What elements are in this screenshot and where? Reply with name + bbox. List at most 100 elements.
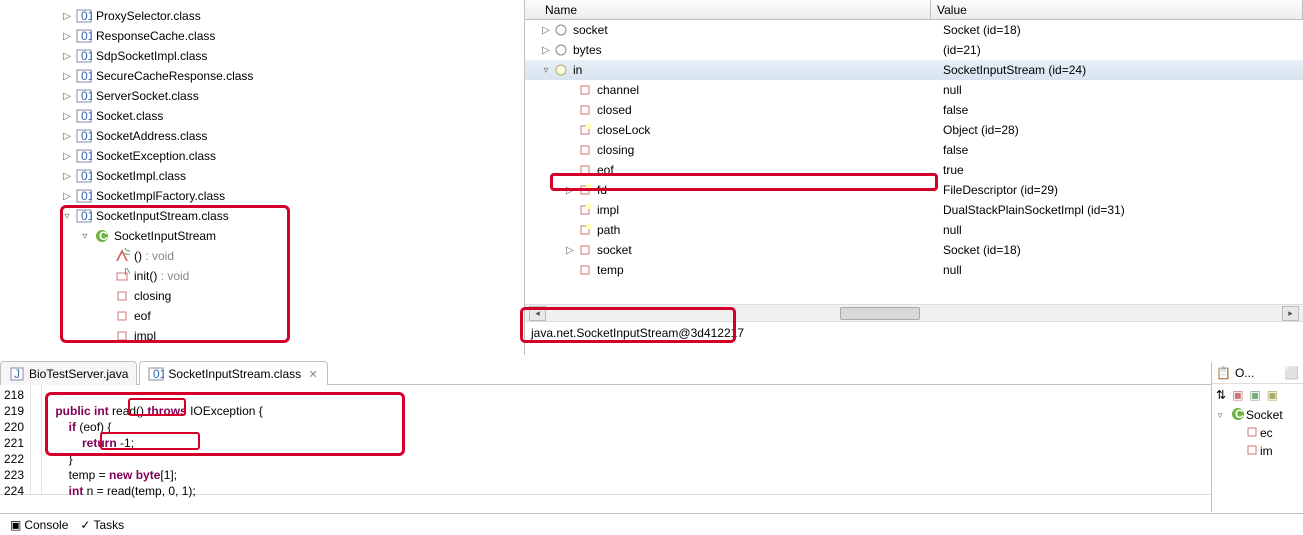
variables-header: Name Value: [525, 0, 1303, 20]
outline-row[interactable]: ▿CSocket: [1216, 406, 1303, 424]
sort-icon[interactable]: ⇅: [1216, 388, 1226, 402]
twisty-icon[interactable]: ▷: [539, 45, 553, 56]
col-header-value[interactable]: Value: [931, 0, 1303, 19]
scroll-thumb[interactable]: [840, 307, 920, 320]
twisty-icon[interactable]: ▷: [539, 25, 553, 36]
twisty-icon[interactable]: ▷: [60, 91, 74, 102]
outline-label: Socket: [1246, 408, 1283, 422]
outline-row[interactable]: im: [1216, 442, 1303, 460]
variable-row[interactable]: closingfalse: [525, 140, 1303, 160]
twisty-icon[interactable]: ▷: [563, 245, 577, 256]
tree-label: SocketImplFactory.class: [96, 189, 225, 203]
close-icon[interactable]: ✕: [307, 368, 319, 380]
variable-row[interactable]: ▷socketSocket (id=18): [525, 20, 1303, 40]
svg-text:01: 01: [81, 129, 92, 143]
bottom-tabs: ▣Console ✓Tasks: [0, 513, 1303, 535]
tree-row[interactable]: ▷01 SocketImplFactory.class: [60, 186, 524, 206]
filter-local-icon[interactable]: ▣: [1267, 388, 1278, 402]
var-value: DualStackPlainSocketImpl (id=31): [943, 203, 1303, 217]
tree-row[interactable]: ▷01Socket.class: [60, 106, 524, 126]
tree-label: SdpSocketImpl.class: [96, 49, 207, 63]
variable-row[interactable]: implDualStackPlainSocketImpl (id=31): [525, 200, 1303, 220]
variable-row[interactable]: closeLockObject (id=28): [525, 120, 1303, 140]
var-name: in: [573, 63, 943, 77]
var-value: Socket (id=18): [943, 23, 1303, 37]
twisty-icon[interactable]: ▷: [60, 11, 74, 22]
tasks-tab[interactable]: ✓Tasks: [74, 518, 130, 532]
tree-row[interactable]: ▷01SocketException.class: [60, 146, 524, 166]
twisty-icon[interactable]: ▷: [60, 111, 74, 122]
outline-row[interactable]: ec: [1216, 424, 1303, 442]
filter-fields-icon[interactable]: ▣: [1232, 388, 1243, 402]
var-value: SocketInputStream (id=24): [943, 63, 1303, 77]
editor-tab[interactable]: JBioTestServer.java: [0, 361, 137, 385]
scroll-right-button[interactable]: ▸: [1282, 306, 1299, 321]
twisty-icon[interactable]: ▷: [60, 171, 74, 182]
svg-text:01: 01: [81, 69, 92, 83]
var-sq-icon: [577, 262, 593, 278]
var-value: null: [943, 83, 1303, 97]
classfile-icon: 01: [76, 168, 92, 184]
variable-row[interactable]: tempnull: [525, 260, 1303, 280]
var-sq-icon: [577, 82, 593, 98]
twisty-icon[interactable]: ▿: [539, 65, 553, 76]
classfile-icon: 01: [76, 188, 92, 204]
var-circle-sel-icon: [553, 62, 569, 78]
tree-row[interactable]: ▷ 01 ProxySelector.class: [60, 6, 524, 26]
line-gutter: 218219220221222223224: [0, 385, 30, 494]
col-header-name[interactable]: Name: [539, 0, 931, 19]
outline-view: 📋O... ⬜ ⇅ ▣ ▣ ▣ ▿CSocketecim: [1211, 362, 1303, 512]
var-circle-icon: [553, 22, 569, 38]
folding-column[interactable]: [30, 385, 42, 494]
var-circle-icon: [553, 42, 569, 58]
variable-row[interactable]: ▷socketSocket (id=18): [525, 240, 1303, 260]
variable-row[interactable]: pathnull: [525, 220, 1303, 240]
var-sq-l-icon: [577, 222, 593, 238]
var-value: true: [943, 163, 1303, 177]
outline-label: im: [1260, 444, 1273, 458]
variable-row[interactable]: ▿ inSocketInputStream (id=24): [525, 60, 1303, 80]
svg-text:01: 01: [81, 149, 92, 163]
var-sq-icon: [577, 102, 593, 118]
tree-row[interactable]: ▷ 01 SecureCacheResponse.class: [60, 66, 524, 86]
var-sq-l-icon: [577, 122, 593, 138]
var-value: Socket (id=18): [943, 243, 1303, 257]
twisty-icon[interactable]: ▷: [60, 131, 74, 142]
tree-label: ResponseCache.class: [96, 29, 215, 43]
twisty-icon[interactable]: ▷: [60, 151, 74, 162]
tasks-icon: ✓: [80, 518, 90, 532]
tree-row[interactable]: ▷ 01 ResponseCache.class: [60, 26, 524, 46]
variable-row[interactable]: channelnull: [525, 80, 1303, 100]
twisty-icon[interactable]: ▷: [60, 191, 74, 202]
var-name: bytes: [573, 43, 943, 57]
classfile-icon: 01: [76, 108, 92, 124]
console-icon: ▣: [10, 518, 21, 532]
tree-row[interactable]: ▷01SocketAddress.class: [60, 126, 524, 146]
tree-label: ProxySelector.class: [96, 9, 201, 23]
var-sq-l-icon: [577, 202, 593, 218]
svg-text:01: 01: [153, 367, 164, 381]
var-sq-icon: [577, 142, 593, 158]
svg-text:01: 01: [81, 9, 92, 23]
twisty-icon[interactable]: ▷: [60, 31, 74, 42]
filter-static-icon[interactable]: ▣: [1249, 388, 1260, 402]
tree-row[interactable]: ▷01SocketImpl.class: [60, 166, 524, 186]
twisty-icon[interactable]: ▷: [60, 71, 74, 82]
var-name: temp: [597, 263, 943, 277]
annotation-box: [60, 205, 290, 343]
tree-row[interactable]: ▷01SdpSocketImpl.class: [60, 46, 524, 66]
editor-tab[interactable]: 01SocketInputStream.class✕: [139, 361, 328, 385]
twisty-icon[interactable]: ▷: [60, 51, 74, 62]
tree-row[interactable]: ▷01ServerSocket.class: [60, 86, 524, 106]
var-value: (id=21): [943, 43, 1303, 57]
var-name: impl: [597, 203, 943, 217]
field-icon: [1244, 442, 1260, 461]
console-tab[interactable]: ▣Console: [4, 518, 74, 532]
variable-row[interactable]: closedfalse: [525, 100, 1303, 120]
svg-text:01: 01: [81, 29, 92, 43]
variable-row[interactable]: ▷ bytes(id=21): [525, 40, 1303, 60]
maximize-icon[interactable]: ⬜: [1284, 366, 1299, 380]
twisty-icon[interactable]: ▿: [1218, 410, 1230, 421]
tree-label: SecureCacheResponse.class: [96, 69, 253, 83]
field-icon: [1244, 424, 1260, 443]
